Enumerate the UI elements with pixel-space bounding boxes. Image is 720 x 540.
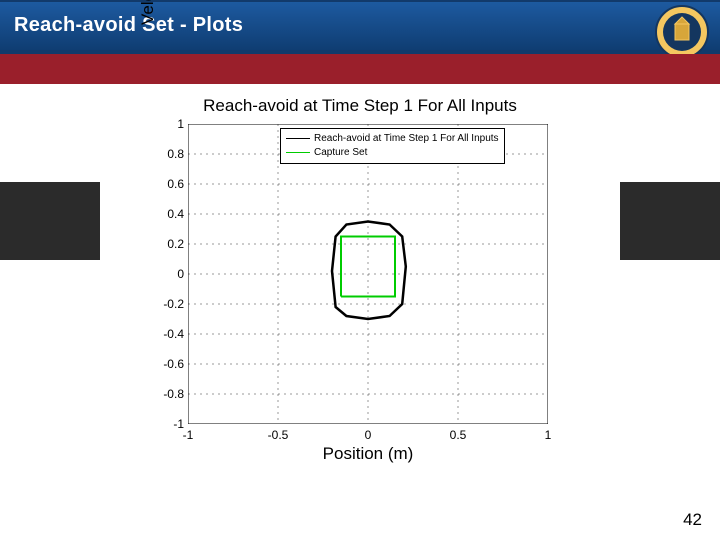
- y-tick-label: -0.6: [152, 357, 184, 371]
- y-tick-label: 0.4: [152, 207, 184, 221]
- x-axis-label: Position (m): [188, 444, 548, 464]
- y-axis-label: Velocity (m/s): [138, 0, 158, 124]
- x-tick-label: 0: [353, 428, 383, 442]
- y-tick-label: -0.4: [152, 327, 184, 341]
- y-tick-label: 0.6: [152, 177, 184, 191]
- chart-container: Reach-avoid at Time Step 1 For All Input…: [100, 96, 620, 496]
- x-tick-label: 1: [533, 428, 563, 442]
- y-tick-label: 1: [152, 117, 184, 131]
- y-tick-label: -1: [152, 417, 184, 431]
- legend-entry: Capture Set: [286, 146, 499, 160]
- y-tick-label: -0.2: [152, 297, 184, 311]
- page-number: 42: [683, 510, 702, 530]
- header-bar: Reach-avoid Set - Plots: [0, 0, 720, 54]
- legend-label: Capture Set: [314, 147, 367, 158]
- page-title: Reach-avoid Set - Plots: [14, 14, 243, 37]
- y-tick-label: 0.8: [152, 147, 184, 161]
- legend-entry: Reach-avoid at Time Step 1 For All Input…: [286, 132, 499, 146]
- legend-label: Reach-avoid at Time Step 1 For All Input…: [314, 133, 499, 144]
- x-tick-label: -0.5: [263, 428, 293, 442]
- y-tick-label: 0.2: [152, 237, 184, 251]
- seal-logo: [654, 4, 710, 60]
- chart-plot: [188, 124, 548, 424]
- x-tick-label: 0.5: [443, 428, 473, 442]
- y-tick-label: -0.8: [152, 387, 184, 401]
- y-tick-label: 0: [152, 267, 184, 281]
- chart-title: Reach-avoid at Time Step 1 For All Input…: [100, 96, 620, 116]
- header-red-band: [0, 54, 720, 84]
- chart-legend: Reach-avoid at Time Step 1 For All Input…: [280, 128, 505, 164]
